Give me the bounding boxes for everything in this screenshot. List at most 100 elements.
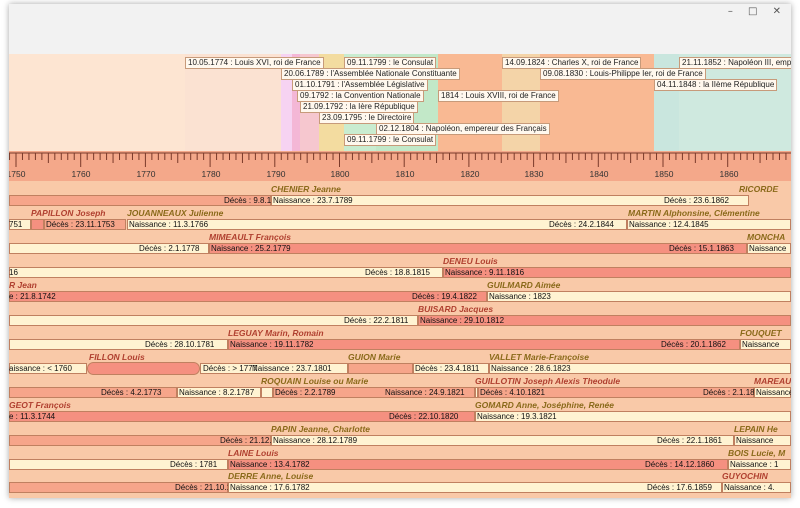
person-name[interactable]: GUION Marie — [348, 352, 400, 362]
person-name[interactable]: GUILLOTIN Joseph Alexis Theodule — [475, 376, 620, 386]
death-date: Décès : 19.4.1822 — [412, 292, 477, 301]
birth-date: Naissance : 8.2.1787 — [179, 388, 255, 397]
death-date: Décès : 18.8.1815 — [365, 268, 430, 277]
birth-date: Naissance — [756, 388, 791, 397]
person-name[interactable]: GEOT François — [9, 400, 71, 410]
death-date: Décès : 23.6.1862 — [664, 196, 729, 205]
person-name[interactable]: R Jean — [9, 280, 37, 290]
birth-date: 751 — [9, 220, 23, 229]
event-label[interactable]: 09.11.1799 : le Consulat — [344, 134, 437, 146]
birth-date: Naissance : 11.3.1766 — [129, 220, 209, 229]
life-bar[interactable] — [348, 363, 413, 374]
birth-date: e : 11.3.1744 — [9, 412, 56, 421]
birth-date: Naissance : 19.3.1821 — [477, 412, 557, 421]
person-name[interactable]: MAREAU — [754, 376, 791, 386]
people-rows: CHENIER Jeanne RICORDE Décès : 9.8.1788 … — [9, 181, 791, 498]
birth-date: Naissance : 23.7.1789 — [273, 196, 353, 205]
death-date: Décès : 17.6.1859 — [647, 483, 712, 492]
person-name[interactable]: GUILMARD Aimée — [487, 280, 560, 290]
person-name[interactable]: LEGUAY Marin, Romain — [228, 328, 324, 338]
death-date: Décès : 22.2.1811 — [344, 316, 409, 325]
person-name[interactable]: PAPIN Jeanne, Charlotte — [271, 424, 370, 434]
death-date: Décès : 24.2.1844 — [549, 220, 614, 229]
birth-date: Naissance : 12.4.1845 — [629, 220, 709, 229]
life-bar[interactable] — [31, 219, 44, 230]
year-label: 1860 — [719, 169, 739, 179]
death-date: Décès : 28.10.1781 — [145, 340, 215, 349]
death-date: Décès : 15.1.1863 — [669, 244, 734, 253]
period-charles-x — [502, 54, 540, 156]
birth-date: Naissance : 25.2.1779 — [211, 244, 291, 253]
death-date: Décès : 2.2.1789 — [275, 388, 336, 397]
birth-date: 16 — [9, 268, 18, 277]
title-bar: – □ ✕ — [9, 4, 791, 55]
life-bar[interactable] — [261, 387, 273, 398]
person-name[interactable]: BUISARD Jacques — [418, 304, 493, 314]
person-name[interactable]: LEPAIN He — [734, 424, 778, 434]
birth-date: e : 21.8.1742 — [9, 292, 56, 301]
birth-date: Naissance : 23.7.1801 — [252, 364, 332, 373]
year-label: 1820 — [460, 169, 480, 179]
person-name[interactable]: ROQUAIN Louise ou Marie — [261, 376, 368, 386]
year-ruler: 1750 1760 1770 1780 1790 1800 1810 1820 … — [9, 151, 791, 181]
year-label: 1850 — [654, 169, 674, 179]
birth-date: Naissance : 28.6.1823 — [491, 364, 571, 373]
person-name[interactable]: VALLET Marie-Françoise — [489, 352, 589, 362]
person-name[interactable]: GOMARD Anne, Joséphine, Renée — [475, 400, 614, 410]
person-name[interactable]: GUYOCHIN — [722, 471, 768, 481]
year-label: 1770 — [136, 169, 156, 179]
person-name[interactable]: JOUANNEAUX Julienne — [127, 208, 223, 218]
person-name[interactable]: MIMEAULT François — [209, 232, 291, 242]
person-name[interactable]: MONCHA — [747, 232, 785, 242]
birth-date: aissance : < 1760 — [9, 364, 72, 373]
year-label: 1750 — [9, 169, 26, 179]
year-label: 1800 — [330, 169, 350, 179]
death-date: Décès : 23.11.1753 — [46, 220, 115, 229]
period-pre-louis-xvi — [9, 54, 185, 156]
person-name[interactable]: BOIS Lucie, M — [728, 448, 785, 458]
year-label: 1780 — [201, 169, 221, 179]
death-date: Décès : 23.4.1811 — [415, 364, 480, 373]
birth-date: Naissance : 1 — [730, 460, 779, 469]
person-name[interactable]: CHENIER Jeanne — [271, 184, 341, 194]
death-date: Décès : 1781 — [170, 460, 218, 469]
death-date: Décès : 4.10.1821 — [480, 388, 545, 397]
birth-date: Naissance — [742, 340, 780, 349]
event-label[interactable]: 1814 : Louis XVIII, roi de France — [438, 90, 559, 102]
person-name[interactable]: DENEU Louis — [443, 256, 498, 266]
birth-date: Naissance : 13.4.1782 — [230, 460, 310, 469]
death-date: Décès : 14.12.1860 — [645, 460, 715, 469]
birth-date: Naissance : 4. — [724, 483, 775, 492]
year-label: 1840 — [589, 169, 609, 179]
year-label: 1810 — [395, 169, 415, 179]
death-date: Décès : 2.1.1778 — [139, 244, 200, 253]
birth-date: Naissance — [736, 436, 774, 445]
death-date: Décès : 20.1.1862 — [661, 340, 726, 349]
person-name[interactable]: DERRE Anne, Louise — [228, 471, 313, 481]
timeline-window: – □ ✕ 10.05.1774 : Louis XVI, roi de Fra… — [9, 4, 791, 498]
person-name[interactable]: RICORDE — [739, 184, 778, 194]
person-name[interactable]: MARTIN Alphonsine, Clémentine — [628, 208, 760, 218]
birth-date: Naissance : 29.10.1812 — [420, 316, 505, 325]
window-controls[interactable]: – □ ✕ — [728, 6, 787, 17]
birth-date: Naissance : 1823 — [489, 292, 551, 301]
person-name[interactable]: PAPILLON Joseph — [31, 208, 105, 218]
historical-periods-band: 10.05.1774 : Louis XVI, roi de France 09… — [9, 54, 791, 156]
death-date: Décès : > 1777 — [203, 364, 258, 373]
life-bar[interactable] — [87, 362, 200, 375]
event-label[interactable]: 04.11.1848 : la IIème République — [654, 79, 778, 91]
death-date: Décès : 22.10.1820 — [389, 412, 459, 421]
birth-date: Naissance — [749, 244, 787, 253]
year-label: 1830 — [524, 169, 544, 179]
birth-date: Naissance : 19.11.1782 — [230, 340, 314, 349]
birth-date: Naissance : 28.12.1789 — [273, 436, 358, 445]
person-name[interactable]: LAINE Louis — [228, 448, 279, 458]
year-label: 1760 — [71, 169, 91, 179]
death-date: Décès : 22.1.1861 — [657, 436, 722, 445]
death-date: Décès : 4.2.1773 — [101, 388, 162, 397]
birth-date: Naissance : 24.9.1821 — [385, 388, 465, 397]
year-label: 1790 — [266, 169, 286, 179]
person-name[interactable]: FILLON Louis — [89, 352, 145, 362]
person-name[interactable]: FOUQUET — [740, 328, 782, 338]
birth-date: Naissance : 17.6.1782 — [230, 483, 310, 492]
